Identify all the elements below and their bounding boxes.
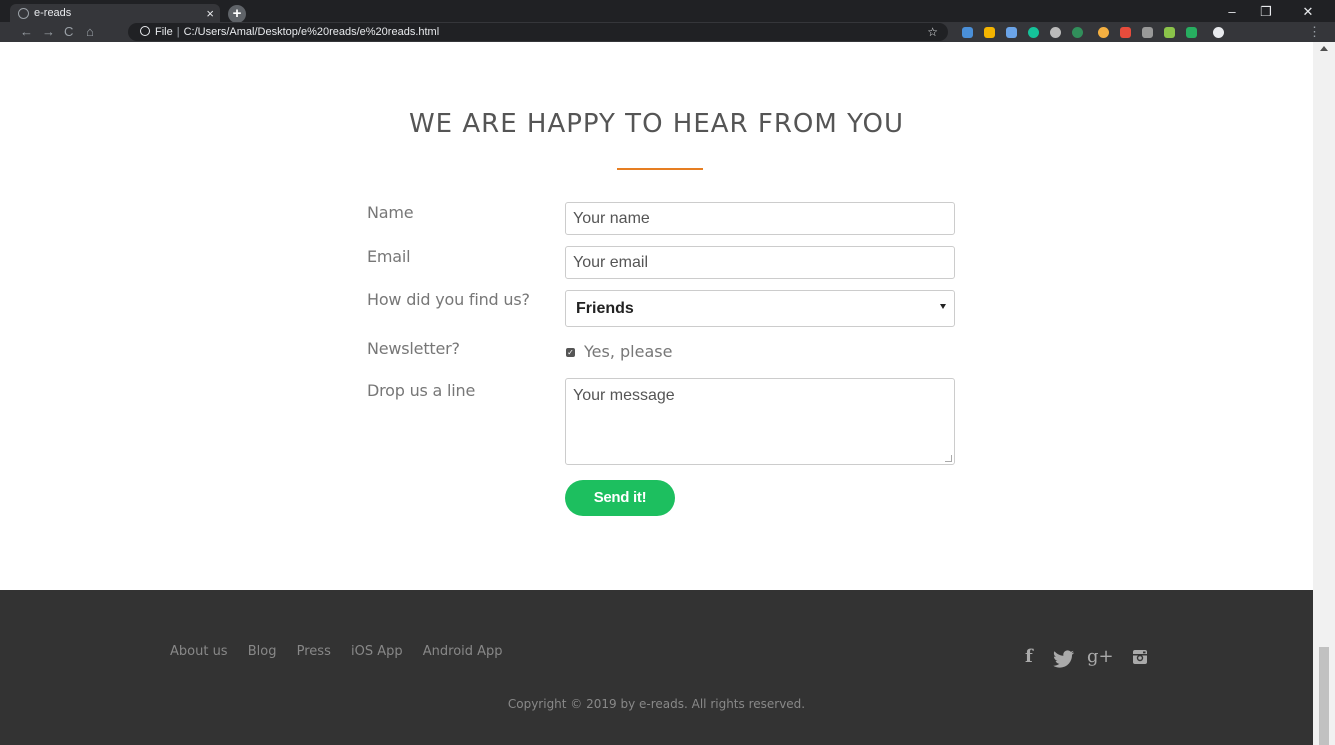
footer: About us Blog Press iOS App Android App … (0, 590, 1313, 745)
facebook-icon[interactable]: f (1025, 646, 1033, 667)
name-label: Name (367, 203, 414, 222)
forward-icon[interactable]: → (42, 23, 55, 41)
email-input[interactable]: Your email (565, 246, 955, 279)
resize-handle-icon[interactable] (945, 455, 952, 462)
profile-avatar-icon[interactable] (1213, 27, 1224, 38)
find-us-label: How did you find us? (367, 290, 530, 309)
name-input[interactable]: Your name (565, 202, 955, 235)
extension-icon[interactable] (1164, 27, 1175, 38)
page-content: WE ARE HAPPY TO HEAR FROM YOU Name Your … (0, 42, 1313, 745)
footer-link-press[interactable]: Press (297, 644, 331, 659)
new-tab-button[interactable]: + (228, 5, 246, 23)
name-input-placeholder: Your name (573, 210, 650, 227)
back-icon[interactable]: ← (20, 23, 33, 41)
email-input-placeholder: Your email (573, 254, 649, 271)
send-button[interactable]: Send it! (565, 480, 675, 516)
scrollbar-thumb[interactable] (1319, 647, 1329, 745)
newsletter-option-label[interactable]: Yes, please (584, 342, 672, 361)
page-scrollbar[interactable] (1313, 42, 1335, 745)
browser-tab[interactable]: e-reads × (10, 4, 220, 23)
message-textarea[interactable]: Your message (565, 378, 955, 465)
footer-nav: About us Blog Press iOS App Android App (170, 644, 519, 659)
address-bar[interactable]: File | C:/Users/Amal/Desktop/e%20reads/e%2… (128, 23, 948, 41)
extension-icon[interactable] (1186, 27, 1197, 38)
tab-title: e-reads (34, 7, 72, 19)
minimize-button[interactable]: – (1218, 2, 1246, 22)
bookmark-star-icon[interactable]: ☆ (927, 23, 938, 41)
close-window-button[interactable]: ✕ (1294, 2, 1322, 22)
message-label: Drop us a line (367, 381, 476, 400)
find-us-selected-value: Friends (576, 300, 634, 317)
home-icon[interactable]: ⌂ (86, 23, 94, 41)
footer-link-ios-app[interactable]: iOS App (351, 644, 403, 659)
url-text: C:/Users/Amal/Desktop/e%20reads/e%20read… (183, 26, 440, 38)
footer-link-blog[interactable]: Blog (248, 644, 277, 659)
email-label: Email (367, 247, 411, 266)
extension-icon[interactable] (1120, 27, 1131, 38)
restore-button[interactable]: ❐ (1252, 2, 1280, 22)
browser-chrome: e-reads × + – ❐ ✕ ← → C ⌂ File | C:/Users/… (0, 0, 1335, 42)
globe-icon (18, 8, 29, 19)
tab-strip: e-reads × + – ❐ ✕ (0, 0, 1335, 23)
url-scheme: File (155, 26, 173, 38)
footer-link-android-app[interactable]: Android App (423, 644, 503, 659)
newsletter-label: Newsletter? (367, 339, 460, 358)
find-us-select[interactable]: Friends (565, 290, 955, 327)
extension-icon[interactable] (984, 27, 995, 38)
tab-close-button[interactable]: × (206, 4, 214, 23)
copyright-text: Copyright © 2019 by e-reads. All rights … (507, 697, 806, 711)
extension-icon[interactable] (1072, 27, 1083, 38)
twitter-icon[interactable] (1053, 650, 1075, 668)
browser-toolbar: ← → C ⌂ File | C:/Users/Amal/Desktop/e%20r… (0, 22, 1335, 42)
extension-icon[interactable] (1050, 27, 1061, 38)
info-icon[interactable] (140, 26, 150, 36)
extension-icon[interactable] (1006, 27, 1017, 38)
extension-icon[interactable] (962, 27, 973, 38)
instagram-icon[interactable] (1132, 649, 1148, 665)
reload-icon[interactable]: C (64, 23, 73, 41)
extension-icon[interactable] (1028, 27, 1039, 38)
page-title: WE ARE HAPPY TO HEAR FROM YOU (408, 109, 905, 139)
scroll-up-arrow-icon[interactable] (1320, 46, 1328, 51)
url-separator: | (176, 26, 180, 38)
extension-icon[interactable] (1098, 27, 1109, 38)
extension-icon[interactable] (1142, 27, 1153, 38)
footer-link-about-us[interactable]: About us (170, 644, 228, 659)
heading-divider (617, 168, 703, 170)
message-placeholder: Your message (573, 387, 675, 404)
newsletter-checkbox[interactable]: ✓ (566, 348, 575, 357)
browser-menu-icon[interactable]: ⋮ (1308, 22, 1321, 42)
google-plus-icon[interactable]: g+ (1087, 646, 1114, 667)
dropdown-arrow-icon (940, 304, 946, 309)
